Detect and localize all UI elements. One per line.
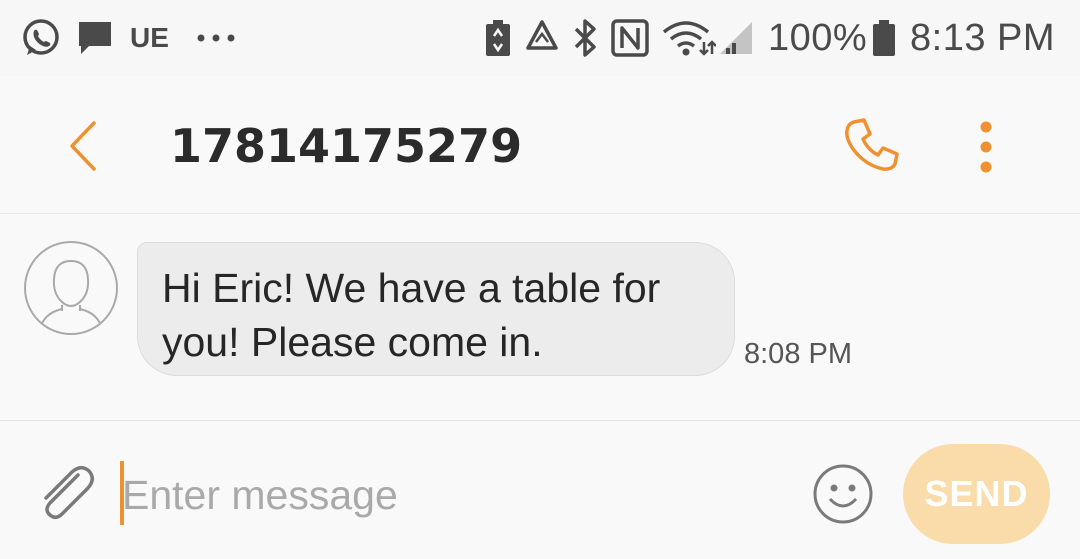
avatar[interactable] bbox=[24, 241, 118, 335]
wifi-icon bbox=[660, 0, 716, 76]
recycle-icon bbox=[522, 0, 562, 76]
message-text: Hi Eric! We have a table for you! Please… bbox=[162, 265, 661, 365]
phone-icon bbox=[845, 118, 899, 171]
signal-icon bbox=[718, 0, 754, 76]
battery-percent: 100% bbox=[768, 16, 868, 59]
more-vertical-icon bbox=[980, 121, 992, 173]
more-notifications-icon bbox=[196, 0, 238, 76]
call-button[interactable] bbox=[836, 112, 906, 182]
whatsapp-icon bbox=[20, 0, 62, 76]
emoji-button[interactable] bbox=[811, 462, 875, 526]
default-avatar-icon bbox=[39, 259, 103, 330]
smiley-icon bbox=[813, 464, 873, 524]
back-button[interactable] bbox=[58, 116, 108, 176]
send-button[interactable]: SEND bbox=[903, 444, 1050, 544]
status-bar: UE 100% 8:13 PM bbox=[0, 0, 1080, 76]
more-options-button[interactable] bbox=[964, 116, 1008, 178]
message-list[interactable]: Hi Eric! We have a table for you! Please… bbox=[0, 214, 1080, 421]
back-arrow-icon bbox=[70, 121, 96, 171]
ue-label: UE bbox=[130, 22, 169, 53]
battery-saver-icon bbox=[484, 0, 512, 76]
composer-bar: SEND bbox=[0, 421, 1080, 559]
status-time: 8:13 PM bbox=[910, 16, 1056, 59]
conversation-header: 17814175279 bbox=[0, 76, 1080, 214]
battery-icon bbox=[872, 0, 896, 76]
message-input[interactable] bbox=[122, 465, 782, 525]
bluetooth-icon bbox=[570, 0, 600, 76]
paperclip-icon bbox=[44, 466, 94, 519]
message-timestamp: 8:08 PM bbox=[744, 338, 852, 370]
attach-button[interactable] bbox=[32, 459, 100, 527]
message-icon bbox=[76, 0, 114, 76]
message-bubble[interactable]: Hi Eric! We have a table for you! Please… bbox=[137, 242, 735, 376]
contact-title: 17814175279 bbox=[170, 119, 523, 173]
nfc-icon bbox=[610, 0, 650, 76]
